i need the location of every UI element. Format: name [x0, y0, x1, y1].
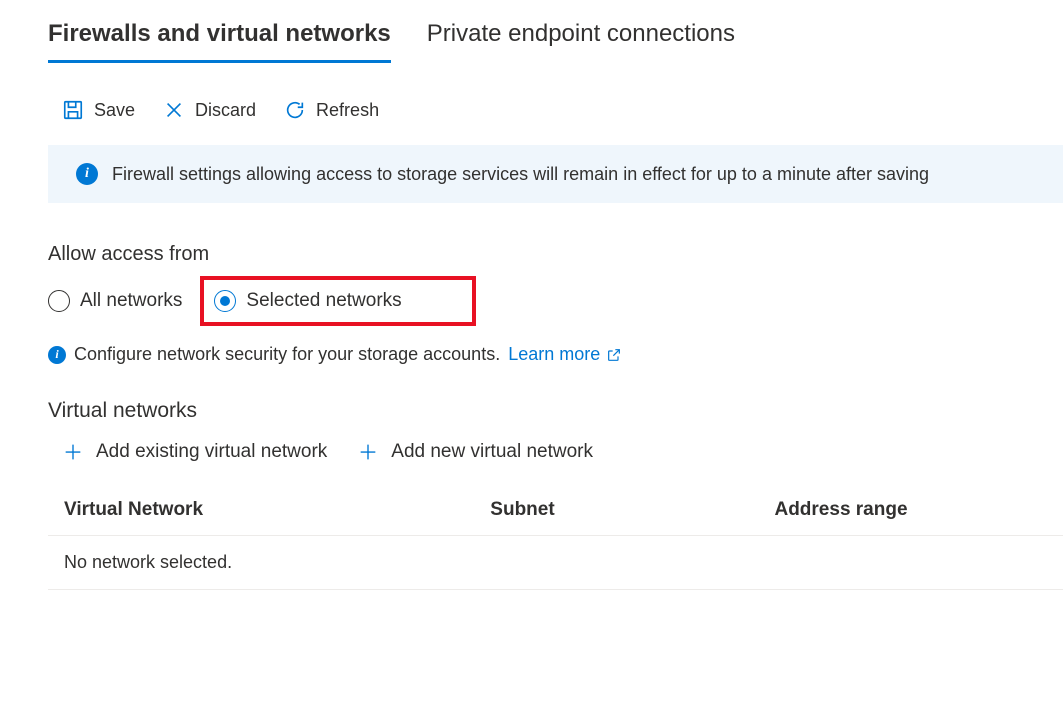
radio-checked-icon [214, 290, 236, 312]
info-icon: i [76, 163, 98, 185]
col-subnet: Subnet [474, 485, 758, 536]
radio-selected-networks-label: Selected networks [246, 290, 401, 312]
learn-more-label: Learn more [508, 344, 600, 365]
tabs-bar: Firewalls and virtual networks Private e… [48, 20, 1063, 63]
plus-icon [62, 441, 84, 463]
vnet-table: Virtual Network Subnet Address range No … [48, 485, 1063, 590]
configure-text: Configure network security for your stor… [74, 344, 500, 365]
refresh-icon [284, 99, 306, 121]
table-row-empty: No network selected. [48, 536, 1063, 590]
info-banner: i Firewall settings allowing access to s… [48, 145, 1063, 203]
col-virtual-network: Virtual Network [48, 485, 474, 536]
info-icon: i [48, 346, 66, 364]
add-new-vnet-button[interactable]: Add new virtual network [357, 441, 593, 463]
highlight-selected-networks: Selected networks [200, 276, 475, 326]
configure-info-line: i Configure network security for your st… [48, 344, 1063, 365]
vnet-actions: Add existing virtual network Add new vir… [48, 433, 1063, 485]
allow-access-label: Allow access from [48, 243, 1063, 266]
tab-firewalls[interactable]: Firewalls and virtual networks [48, 20, 391, 63]
save-button[interactable]: Save [62, 99, 135, 121]
plus-icon [357, 441, 379, 463]
refresh-button[interactable]: Refresh [284, 99, 379, 121]
discard-label: Discard [195, 100, 256, 121]
add-new-label: Add new virtual network [391, 441, 593, 463]
toolbar: Save Discard Refresh [48, 91, 1063, 145]
close-icon [163, 99, 185, 121]
save-icon [62, 99, 84, 121]
tab-private-endpoint[interactable]: Private endpoint connections [427, 20, 735, 63]
info-banner-text: Firewall settings allowing access to sto… [112, 164, 929, 185]
radio-unchecked-icon [48, 290, 70, 312]
add-existing-label: Add existing virtual network [96, 441, 327, 463]
empty-state-text: No network selected. [48, 536, 1063, 590]
col-address-range: Address range [758, 485, 1063, 536]
radio-selected-networks[interactable]: Selected networks [214, 290, 401, 312]
allow-access-radio-group: All networks Selected networks [48, 276, 1063, 326]
learn-more-link[interactable]: Learn more [508, 344, 622, 365]
table-header-row: Virtual Network Subnet Address range [48, 485, 1063, 536]
save-label: Save [94, 100, 135, 121]
refresh-label: Refresh [316, 100, 379, 121]
add-existing-vnet-button[interactable]: Add existing virtual network [62, 441, 327, 463]
radio-all-networks[interactable]: All networks [48, 290, 182, 312]
virtual-networks-heading: Virtual networks [48, 399, 1063, 423]
external-link-icon [606, 347, 622, 363]
discard-button[interactable]: Discard [163, 99, 256, 121]
radio-all-networks-label: All networks [80, 290, 182, 312]
